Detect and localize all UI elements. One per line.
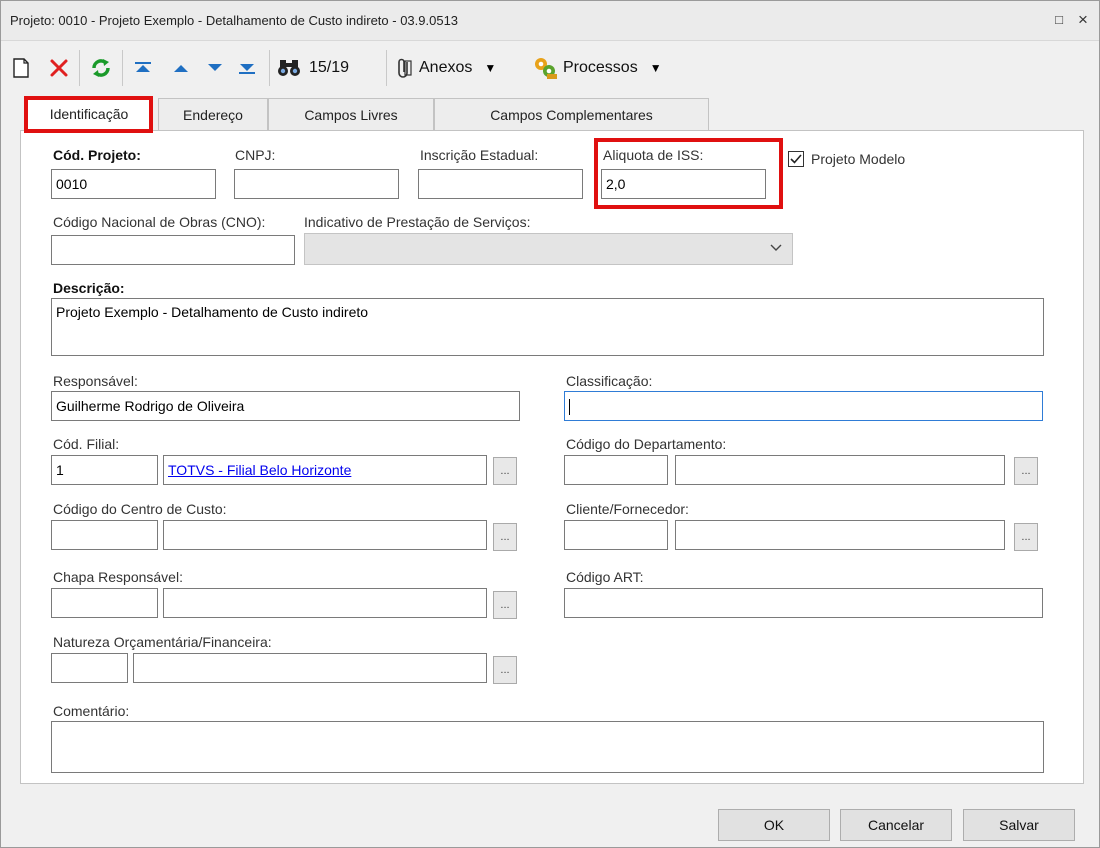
cod-filial-label: Cód. Filial:: [53, 436, 120, 452]
arrow-up-icon: [174, 65, 188, 72]
next-record-button[interactable]: [201, 54, 229, 82]
tab-label: Endereço: [183, 106, 243, 123]
toolbar-separator: [79, 50, 80, 86]
first-record-icon: [135, 62, 151, 72]
paperclip-icon: [398, 58, 412, 78]
centro-custo-lookup-button[interactable]: ...: [493, 523, 517, 551]
processes-gear-icon: [535, 58, 557, 79]
aliquota-iss-label: Aliquota de ISS:: [603, 147, 704, 163]
chapa-responsavel-name-field[interactable]: [163, 588, 487, 618]
ok-button[interactable]: OK: [718, 809, 830, 841]
tab-endereco[interactable]: Endereço: [158, 98, 268, 130]
anexos-label: Anexos: [419, 59, 473, 76]
window-title: Projeto: 0010 - Projeto Exemplo - Detalh…: [10, 13, 459, 28]
centro-custo-code-field[interactable]: [51, 520, 158, 550]
responsavel-label: Responsável:: [53, 373, 138, 389]
aliquota-iss-field[interactable]: 2,0: [601, 169, 766, 199]
cod-departamento-code-field[interactable]: [564, 455, 668, 485]
classificacao-field[interactable]: [564, 391, 1043, 421]
text-caret: [569, 399, 570, 416]
cno-label: Código Nacional de Obras (CNO):: [53, 214, 266, 230]
first-record-button[interactable]: [129, 54, 157, 82]
processos-menu-button[interactable]: Processos ▼: [533, 54, 683, 82]
codigo-art-label: Código ART:: [566, 569, 644, 585]
title-bar: Projeto: 0010 - Projeto Exemplo - Detalh…: [1, 1, 1099, 41]
centro-custo-name-field[interactable]: [163, 520, 487, 550]
cancel-button[interactable]: Cancelar: [840, 809, 952, 841]
classificacao-label: Classificação:: [566, 373, 653, 389]
codigo-art-field[interactable]: [564, 588, 1043, 618]
toolbar-separator: [386, 50, 387, 86]
cliente-fornecedor-label: Cliente/Fornecedor:: [566, 501, 689, 517]
descricao-label: Descrição:: [53, 280, 125, 296]
indicativo-select[interactable]: [304, 233, 793, 265]
chapa-responsavel-code-field[interactable]: [51, 588, 158, 618]
anexos-menu-button[interactable]: Anexos ▼: [395, 54, 525, 82]
cod-departamento-name-field[interactable]: [675, 455, 1005, 485]
responsavel-field[interactable]: Guilherme Rodrigo de Oliveira: [51, 391, 520, 421]
indicativo-label: Indicativo de Prestação de Serviços:: [304, 214, 531, 230]
previous-record-button[interactable]: [167, 54, 195, 82]
filial-name-link[interactable]: TOTVS - Filial Belo Horizonte: [168, 462, 351, 478]
refresh-icon: [92, 59, 110, 77]
chevron-down-icon: [770, 244, 782, 251]
cnpj-label: CNPJ:: [235, 147, 276, 163]
descricao-textarea[interactable]: Projeto Exemplo - Detalhamento de Custo …: [51, 298, 1044, 356]
refresh-button[interactable]: [87, 54, 115, 82]
arrow-down-icon: [208, 64, 222, 71]
cliente-fornecedor-name-field[interactable]: [675, 520, 1005, 550]
inscricao-estadual-field[interactable]: [418, 169, 583, 199]
toolbar-separator: [269, 50, 270, 86]
chevron-down-icon: ▼: [484, 61, 497, 75]
project-dialog-window: Projeto: 0010 - Projeto Exemplo - Detalh…: [0, 0, 1100, 848]
cod-filial-code-field[interactable]: 1: [51, 455, 158, 485]
new-document-icon: [13, 58, 29, 78]
processos-label: Processos: [563, 59, 638, 76]
find-record-button[interactable]: 15/19: [277, 54, 367, 82]
tab-identificacao[interactable]: Identificação: [27, 96, 151, 131]
cliente-fornecedor-code-field[interactable]: [564, 520, 668, 550]
tab-campos-complementares[interactable]: Campos Complementares: [434, 98, 709, 130]
save-button[interactable]: Salvar: [963, 809, 1075, 841]
toolbar: 15/19 Anexos ▼ Processos ▼: [1, 42, 1099, 94]
new-record-button[interactable]: [9, 54, 33, 82]
filial-lookup-button[interactable]: ...: [493, 457, 517, 485]
natureza-lookup-button[interactable]: ...: [493, 656, 517, 684]
cno-field[interactable]: [51, 235, 295, 265]
chapa-responsavel-label: Chapa Responsável:: [53, 569, 183, 585]
last-record-icon: [239, 64, 255, 74]
cod-projeto-field[interactable]: 0010: [51, 169, 216, 199]
checkmark-icon: [790, 154, 802, 164]
record-position: 15/19: [309, 59, 350, 76]
close-window-button[interactable]: ×: [1075, 11, 1091, 28]
tab-campos-livres[interactable]: Campos Livres: [268, 98, 434, 130]
chevron-down-icon: ▼: [649, 61, 662, 75]
projeto-modelo-checkbox[interactable]: [788, 151, 804, 167]
toolbar-separator: [122, 50, 123, 86]
natureza-label: Natureza Orçamentária/Financeira:: [53, 634, 272, 650]
centro-custo-label: Código do Centro de Custo:: [53, 501, 227, 517]
last-record-button[interactable]: [233, 54, 261, 82]
cod-filial-name-field: TOTVS - Filial Belo Horizonte: [163, 455, 487, 485]
cnpj-field[interactable]: [234, 169, 399, 199]
inscricao-estadual-label: Inscrição Estadual:: [420, 147, 539, 163]
binoculars-icon: [278, 60, 300, 76]
cliente-fornecedor-lookup-button[interactable]: ...: [1014, 523, 1038, 551]
chapa-lookup-button[interactable]: ...: [493, 591, 517, 619]
tab-label: Campos Complementares: [490, 106, 653, 123]
natureza-code-field[interactable]: [51, 653, 128, 683]
maximize-button[interactable]: □: [1051, 12, 1067, 28]
tab-label: Identificação: [49, 106, 129, 122]
departamento-lookup-button[interactable]: ...: [1014, 457, 1038, 485]
tab-label: Campos Livres: [304, 106, 398, 123]
delete-x-icon: [50, 59, 68, 77]
projeto-modelo-label: Projeto Modelo: [811, 151, 906, 167]
comentario-textarea[interactable]: [51, 721, 1044, 773]
cod-projeto-label: Cód. Projeto:: [53, 147, 141, 163]
natureza-name-field[interactable]: [133, 653, 487, 683]
comentario-label: Comentário:: [53, 703, 130, 719]
delete-record-button[interactable]: [45, 54, 73, 82]
cod-departamento-label: Código do Departamento:: [566, 436, 727, 452]
